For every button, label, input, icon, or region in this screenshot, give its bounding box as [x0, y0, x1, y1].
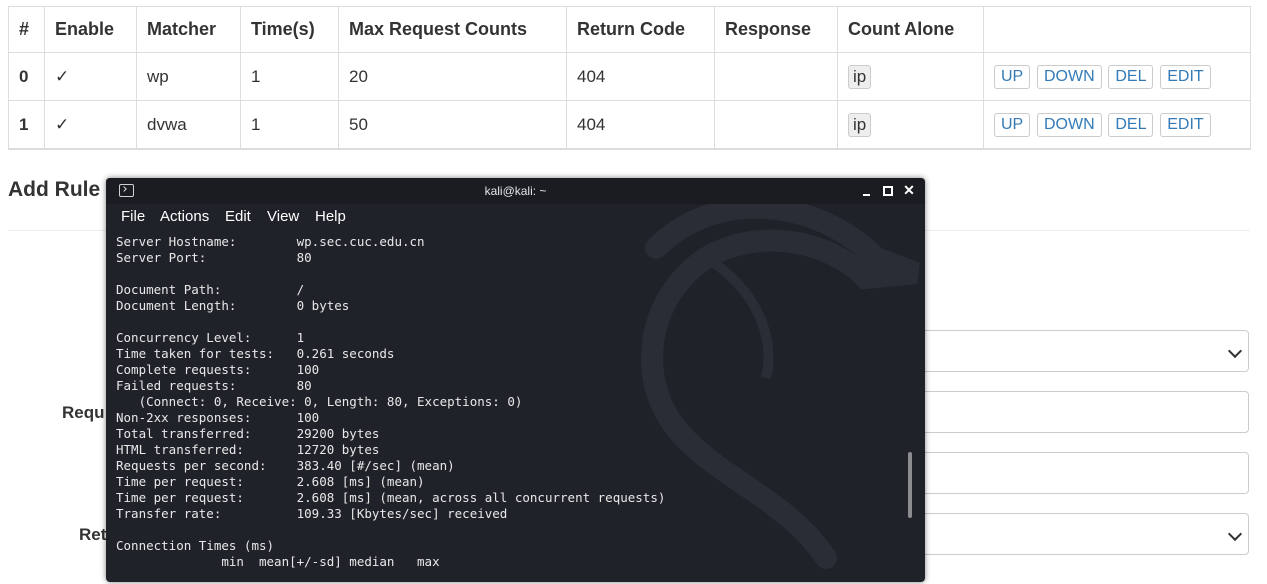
count-alone-tag: ip [848, 112, 872, 137]
max-requests-cell: 50 [338, 100, 567, 150]
terminal-menubar: File Actions Edit View Help [106, 204, 925, 230]
count-alone-tag: ip [848, 64, 872, 89]
header-matcher: Matcher [136, 6, 241, 53]
count-alone-cell: ip [837, 100, 984, 150]
terminal-line: Server Hostname: wp.sec.cuc.edu.cn [116, 234, 425, 249]
up-button[interactable]: UP [994, 112, 1031, 137]
terminal-line: Total transferred: 29200 bytes [116, 426, 380, 441]
response-cell [714, 52, 838, 101]
table-header-row: # Enable Matcher Time(s) Max Request Cou… [8, 6, 1251, 53]
terminal-window[interactable]: kali@kali: ~ ✕ File Actions Edit View He… [106, 178, 925, 582]
enable-check: ✓ [44, 52, 137, 101]
terminal-line: Transfer rate: 109.33 [Kbytes/sec] recei… [116, 506, 508, 521]
terminal-line: min mean[+/-sd] median max [116, 554, 440, 569]
time-cell: 1 [240, 100, 339, 150]
header-response: Response [714, 6, 838, 53]
terminal-output[interactable]: Server Hostname: wp.sec.cuc.edu.cn Server… [116, 234, 906, 570]
del-button[interactable]: DEL [1108, 112, 1154, 137]
header-index: # [8, 6, 45, 53]
terminal-line: Failed requests: 80 [116, 378, 312, 393]
terminal-line: Server Port: 80 [116, 250, 312, 265]
return-code-cell: 404 [566, 52, 715, 101]
chevron-down-icon [1227, 526, 1243, 542]
terminal-line: Concurrency Level: 1 [116, 330, 305, 345]
row-index: 1 [8, 100, 45, 150]
menu-file[interactable]: File [121, 208, 145, 225]
menu-view[interactable]: View [267, 208, 299, 225]
header-max-request-counts: Max Request Counts [338, 6, 567, 53]
response-cell [714, 100, 838, 150]
header-actions [983, 6, 1251, 53]
close-icon[interactable]: ✕ [901, 182, 917, 198]
terminal-line: HTML transferred: 12720 bytes [116, 442, 380, 457]
terminal-line: Requests per second: 383.40 [#/sec] (mea… [116, 458, 455, 473]
terminal-titlebar[interactable]: kali@kali: ~ ✕ [106, 178, 925, 204]
return-code-cell: 404 [566, 100, 715, 150]
menu-edit[interactable]: Edit [225, 208, 251, 225]
terminal-scrollbar[interactable] [908, 452, 912, 518]
terminal-line: Time per request: 2.608 [ms] (mean, acro… [116, 490, 666, 505]
table-row: 0 ✓ wp 1 20 404 ip UP DOWN DEL EDIT [8, 52, 1251, 101]
edit-button[interactable]: EDIT [1160, 64, 1211, 89]
minimize-icon[interactable] [859, 182, 875, 198]
row-index: 0 [8, 52, 45, 101]
enable-check: ✓ [44, 100, 137, 150]
terminal-line: Document Length: 0 bytes [116, 298, 350, 313]
terminal-title: kali@kali: ~ [484, 184, 547, 198]
max-count-input[interactable] [905, 452, 1249, 494]
table-row: 1 ✓ dvwa 1 50 404 ip UP DOWN DEL EDIT [8, 100, 1251, 150]
edit-button[interactable]: EDIT [1160, 112, 1211, 137]
maximize-icon[interactable] [880, 182, 896, 198]
add-rule-heading: Add Rule [8, 178, 101, 201]
terminal-line: Time taken for tests: 0.261 seconds [116, 346, 395, 361]
header-count-alone: Count Alone [837, 6, 984, 53]
chevron-down-icon [1227, 343, 1243, 359]
return-code-select[interactable] [905, 513, 1249, 555]
matcher-cell: dvwa [136, 100, 241, 150]
down-button[interactable]: DOWN [1036, 112, 1102, 137]
menu-help[interactable]: Help [315, 208, 346, 225]
rules-table: # Enable Matcher Time(s) Max Request Cou… [8, 6, 1251, 150]
return-label: Ret [79, 525, 107, 544]
request-label: Requ [62, 403, 105, 422]
header-enable: Enable [44, 6, 137, 53]
menu-actions[interactable]: Actions [160, 208, 209, 225]
terminal-line: Time per request: 2.608 [ms] (mean) [116, 474, 425, 489]
actions-cell: UP DOWN DEL EDIT [983, 52, 1251, 101]
terminal-line: Non-2xx responses: 100 [116, 410, 320, 425]
time-cell: 1 [240, 52, 339, 101]
terminal-line: Connection Times (ms) [116, 538, 275, 553]
max-requests-cell: 20 [338, 52, 567, 101]
header-return-code: Return Code [566, 6, 715, 53]
header-time: Time(s) [240, 6, 339, 53]
up-button[interactable]: UP [994, 64, 1031, 89]
terminal-line: (Connect: 0, Receive: 0, Length: 80, Exc… [116, 394, 523, 409]
terminal-line: Document Path: / [116, 282, 305, 297]
terminal-line: Complete requests: 100 [116, 362, 320, 377]
matcher-select[interactable] [905, 330, 1249, 372]
del-button[interactable]: DEL [1108, 64, 1154, 89]
matcher-cell: wp [136, 52, 241, 101]
count-alone-cell: ip [837, 52, 984, 101]
actions-cell: UP DOWN DEL EDIT [983, 100, 1251, 150]
request-input[interactable] [905, 391, 1249, 433]
down-button[interactable]: DOWN [1036, 64, 1102, 89]
